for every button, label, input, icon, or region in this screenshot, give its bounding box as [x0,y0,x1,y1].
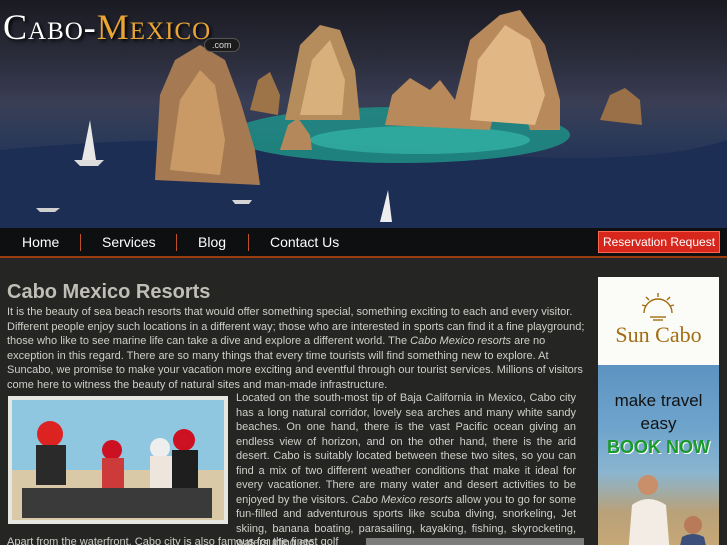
intro-paragraph: It is the beauty of sea beach resorts th… [7,305,585,392]
logo-text-part1: Cabo- [3,7,97,47]
logo-dotcom-badge: .com [204,38,240,52]
location-emphasis: Cabo Mexico resorts [351,493,453,506]
header-banner: Cabo-Mexico .com [0,0,727,228]
page-title: Cabo Mexico Resorts [7,281,211,303]
nav-item-blog[interactable]: Blog [198,234,226,250]
golf-paragraph: Apart from the waterfront, Cabo city is … [7,536,339,545]
ad-line-2: easy [640,414,677,433]
ad-line-1: make travel [614,391,703,410]
nav-item-home[interactable]: Home [22,234,59,250]
site-logo[interactable]: Cabo-Mexico [3,6,211,48]
ad-promo-area: make travel easy BOOK NOW [598,365,719,545]
sun-logo-icon [641,293,675,321]
ad-logo-area: Sun Cabo [598,277,719,365]
reservation-request-button[interactable]: Reservation Request [598,231,720,253]
location-paragraph: Located on the south-most tip of Baja Ca… [236,391,576,545]
suncabo-ad-banner[interactable]: Sun Cabo make travel easy BOOK NOW [598,277,719,545]
atv-riders-photo [8,396,228,524]
ad-brand-name: Sun Cabo [615,322,702,347]
nav-item-contact-us[interactable]: Contact Us [270,234,339,250]
nav-item-services[interactable]: Services [102,234,156,250]
nav-divider [248,234,249,251]
nav-divider [80,234,81,251]
intro-emphasis: Cabo Mexico resorts [410,335,512,347]
promo-box [366,538,584,545]
book-now-button[interactable]: BOOK NOW [598,437,719,458]
location-text-a: Located on the south-most tip of Baja Ca… [236,392,576,506]
logo-text-part2: Mexico [96,7,212,47]
ad-people-photo [628,475,706,545]
nav-divider [176,234,177,251]
